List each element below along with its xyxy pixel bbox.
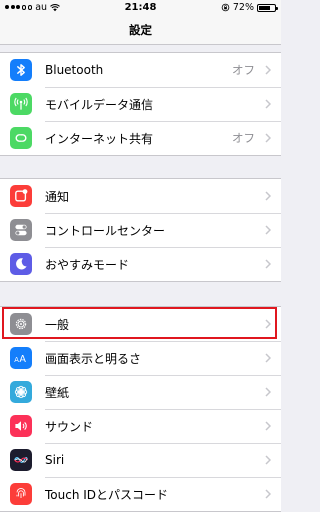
chevron-right-icon [265,259,271,269]
row-value: オフ [232,131,255,145]
chevron-right-icon [265,225,271,235]
general-group: 一般 A A 画面表示と明るさ 壁紙 サウンド Siri Touch IDとパス… [0,306,281,512]
chevron-right-icon [265,65,271,75]
page-title: 設定 [0,16,281,45]
notifications-group: 通知 コントロールセンター おやすみモード [0,178,281,282]
chevron-right-icon [265,387,271,397]
settings-row-wallpaper[interactable]: 壁紙 [0,375,281,409]
chevron-right-icon [265,489,271,499]
battery-icon [257,3,278,12]
settings-row-siri[interactable]: Siri [0,443,281,477]
speaker-icon [10,415,32,437]
chevron-right-icon [265,319,271,329]
settings-row-control-center[interactable]: コントロールセンター [0,213,281,247]
gear-icon [10,313,32,335]
row-label: インターネット共有 [45,131,154,146]
row-label: コントロールセンター [45,223,166,238]
row-label: サウンド [45,419,94,434]
settings-row-bluetooth[interactable]: Bluetooth オフ [0,53,281,87]
svg-text:A: A [14,356,19,364]
chevron-right-icon [265,353,271,363]
settings-row-notifications[interactable]: 通知 [0,179,281,213]
settings-row-display-brightness[interactable]: A A 画面表示と明るさ [0,341,281,375]
settings-row-touch-id-passcode[interactable]: Touch IDとパスコード [0,477,281,511]
wallpaper-flower-icon [10,381,32,403]
settings-row-sounds[interactable]: サウンド [0,409,281,443]
chevron-right-icon [265,133,271,143]
siri-icon [10,449,32,471]
svg-text:A: A [19,354,26,365]
row-value: オフ [232,63,255,77]
moon-icon [10,253,32,275]
row-label: 通知 [45,189,70,204]
personal-hotspot-icon [10,127,32,149]
chevron-right-icon [265,421,271,431]
orientation-lock-icon [221,3,230,12]
row-label: Bluetooth [45,63,104,77]
fingerprint-icon [10,483,32,505]
settings-row-general[interactable]: 一般 [0,307,281,341]
control-center-toggles-icon [10,219,32,241]
chevron-right-icon [265,455,271,465]
bluetooth-icon [10,59,32,81]
row-label: モバイルデータ通信 [45,97,154,112]
row-label: おやすみモード [45,257,130,272]
settings-row-do-not-disturb[interactable]: おやすみモード [0,247,281,281]
settings-row-cellular[interactable]: モバイルデータ通信 [0,87,281,121]
row-label: 画面表示と明るさ [45,351,142,366]
row-label: 一般 [45,317,70,332]
battery-level-fill [259,5,270,10]
row-label: Siri [45,453,65,467]
chevron-right-icon [265,191,271,201]
status-right: 72% [221,2,278,13]
row-label: 壁紙 [45,385,70,400]
display-aa-icon: A A [10,347,32,369]
status-bar: au 21:48 72% [0,0,281,16]
connectivity-group: Bluetooth オフ モバイルデータ通信 インターネット共有 オフ [0,52,281,156]
chevron-right-icon [265,99,271,109]
settings-row-personal-hotspot[interactable]: インターネット共有 オフ [0,121,281,155]
cellular-antenna-icon [10,93,32,115]
notifications-icon [10,185,32,207]
battery-percent: 72% [232,2,254,13]
